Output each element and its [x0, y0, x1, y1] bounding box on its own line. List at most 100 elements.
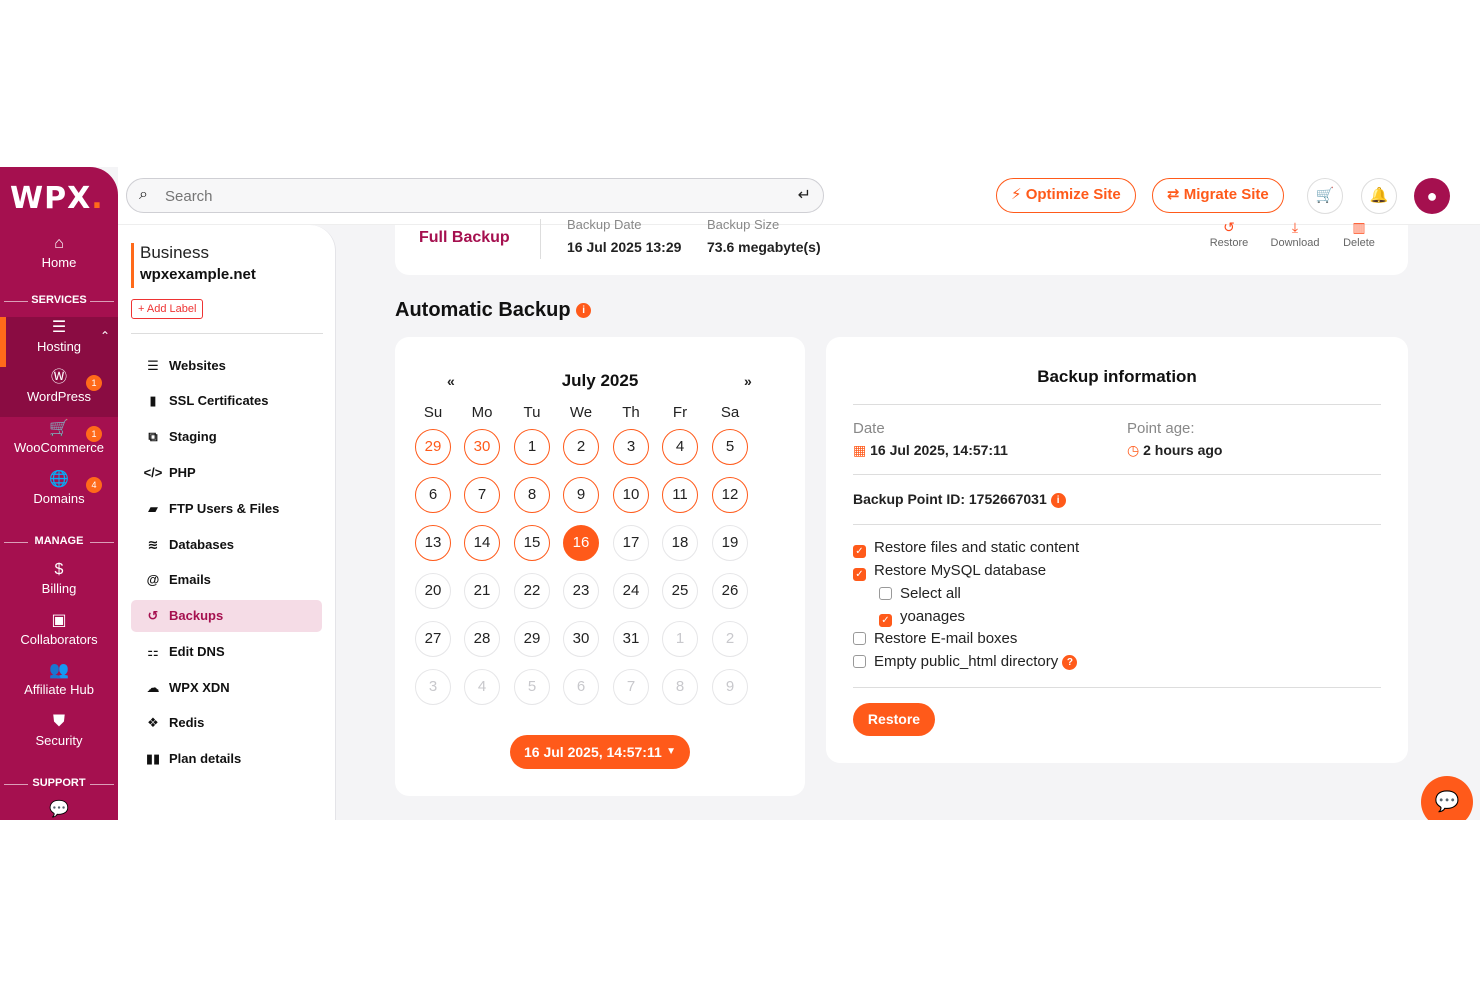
- checkbox-checked[interactable]: ✓: [879, 614, 892, 627]
- side-item-websites[interactable]: ☰ Websites: [131, 350, 322, 382]
- calendar-day[interactable]: 10: [613, 477, 649, 513]
- search-box[interactable]: ⌕ ↵: [126, 178, 824, 213]
- side-item-ftp[interactable]: ▰ FTP Users & Files: [131, 493, 322, 525]
- calendar-day[interactable]: 13: [415, 525, 451, 561]
- search-input[interactable]: [165, 186, 765, 206]
- backup-date-label: Backup Date: [567, 217, 642, 232]
- option-restore-mysql[interactable]: ✓ Restore MySQL database: [853, 562, 1046, 581]
- info-icon[interactable]: i: [1050, 492, 1066, 508]
- user-avatar[interactable]: ●: [1414, 178, 1450, 214]
- full-backup-download-button[interactable]: ⤓ Download: [1265, 219, 1325, 249]
- rail-woocommerce[interactable]: 🛒 WooCommerce 1: [0, 418, 118, 468]
- wpx-logo[interactable]: WPX.: [10, 181, 104, 216]
- backup-size-value: 73.6 megabyte(s): [707, 239, 821, 255]
- chevron-up-icon[interactable]: ⌃: [100, 329, 110, 343]
- calendar-day[interactable]: 31: [613, 621, 649, 657]
- rail-collaborators[interactable]: ▣ Collaborators: [0, 610, 118, 660]
- full-backup-restore-button[interactable]: ↺ Restore: [1207, 219, 1251, 249]
- option-restore-email[interactable]: Restore E-mail boxes: [853, 630, 1017, 647]
- calendar-day[interactable]: 16: [563, 525, 599, 561]
- side-item-edit-dns[interactable]: ⚏ Edit DNS: [131, 636, 322, 668]
- restore-button[interactable]: Restore: [853, 703, 935, 736]
- calendar-day[interactable]: 4: [662, 429, 698, 465]
- chat-bubbles-icon: 💬: [49, 801, 69, 818]
- folder-icon: ▰: [148, 501, 158, 516]
- option-empty-public-html[interactable]: Empty public_html directory ?: [853, 653, 1078, 670]
- option-select-all[interactable]: Select all: [879, 585, 961, 602]
- calendar-day[interactable]: 9: [563, 477, 599, 513]
- weekday-header: Th: [622, 404, 640, 421]
- calendar-day[interactable]: 30: [464, 429, 500, 465]
- notifications-button[interactable]: 🔔: [1361, 178, 1397, 214]
- next-month-button[interactable]: »: [744, 373, 752, 389]
- code-icon: </>: [143, 465, 163, 480]
- calendar-day[interactable]: 30: [563, 621, 599, 657]
- selected-date-dropdown[interactable]: 16 Jul 2025, 14:57:11 ▼: [510, 735, 690, 769]
- restore-icon: ↺: [1223, 219, 1235, 235]
- side-item-backups[interactable]: ↺ Backups: [131, 600, 322, 632]
- calendar-day[interactable]: 28: [464, 621, 500, 657]
- side-item-emails[interactable]: @ Emails: [131, 564, 322, 596]
- rail-domains-label: Domains: [33, 491, 85, 506]
- side-item-redis[interactable]: ❖ Redis: [131, 707, 322, 739]
- calendar-day[interactable]: 26: [712, 573, 748, 609]
- cart-icon: 🛒: [1315, 187, 1335, 204]
- add-label-button[interactable]: + Add Label: [131, 299, 204, 319]
- calendar-day[interactable]: 12: [712, 477, 748, 513]
- calendar-day[interactable]: 17: [613, 525, 649, 561]
- calendar-day[interactable]: 29: [415, 429, 451, 465]
- option-restore-files[interactable]: ✓ Restore files and static content: [853, 539, 1079, 558]
- calendar-day[interactable]: 21: [464, 573, 500, 609]
- live-chat-button[interactable]: 💬: [1421, 776, 1473, 820]
- calendar-day[interactable]: 1: [514, 429, 550, 465]
- calendar-day[interactable]: 11: [662, 477, 698, 513]
- optimize-site-button[interactable]: ⚡ Optimize Site: [996, 178, 1136, 213]
- side-item-databases[interactable]: ≋ Databases: [131, 529, 322, 561]
- rail-billing-label: Billing: [41, 581, 77, 596]
- calendar-day[interactable]: 24: [613, 573, 649, 609]
- calendar-day[interactable]: 5: [712, 429, 748, 465]
- side-item-php[interactable]: </> PHP: [131, 457, 322, 489]
- calendar-day[interactable]: 8: [514, 477, 550, 513]
- cart-button[interactable]: 🛒: [1307, 178, 1343, 214]
- calendar-day[interactable]: 3: [613, 429, 649, 465]
- side-item-xdn[interactable]: ☁ WPX XDN: [131, 672, 322, 704]
- side-item-plan-details[interactable]: ▮▮ Plan details: [131, 743, 322, 775]
- checkbox-unchecked[interactable]: [853, 632, 866, 645]
- checkbox-unchecked[interactable]: [879, 587, 892, 600]
- app-frame: WPX. ⌂ Home SERVICES ☰ Hosting ⌃ Ⓦ WordP…: [0, 167, 1480, 820]
- help-icon[interactable]: ?: [1062, 654, 1078, 670]
- calendar-day[interactable]: 14: [464, 525, 500, 561]
- rail-affiliate-hub[interactable]: 👥 Affiliate Hub: [0, 660, 118, 710]
- checkbox-checked[interactable]: ✓: [853, 568, 866, 581]
- bell-icon: 🔔: [1369, 187, 1389, 204]
- calendar-day[interactable]: 20: [415, 573, 451, 609]
- calendar-day[interactable]: 19: [712, 525, 748, 561]
- calendar-day[interactable]: 18: [662, 525, 698, 561]
- rail-support-chat[interactable]: 💬: [0, 799, 118, 820]
- rail-home[interactable]: ⌂ Home: [0, 233, 118, 283]
- calendar-day[interactable]: 25: [662, 573, 698, 609]
- info-icon[interactable]: i: [576, 303, 592, 319]
- option-database-yoanages[interactable]: ✓ yoanages: [879, 608, 965, 627]
- checkbox-unchecked[interactable]: [853, 655, 866, 668]
- calendar-day[interactable]: 27: [415, 621, 451, 657]
- calendar-day[interactable]: 15: [514, 525, 550, 561]
- staging-icon: ⧉: [148, 429, 158, 444]
- calendar-day[interactable]: 2: [563, 429, 599, 465]
- checkbox-checked[interactable]: ✓: [853, 545, 866, 558]
- calendar-day[interactable]: 23: [563, 573, 599, 609]
- rail-hosting[interactable]: ☰ Hosting ⌃: [0, 317, 118, 367]
- rail-security[interactable]: ⛊ Security: [0, 711, 118, 761]
- rail-wordpress[interactable]: Ⓦ WordPress 1: [0, 367, 118, 417]
- calendar-day[interactable]: 7: [464, 477, 500, 513]
- calendar-day[interactable]: 6: [415, 477, 451, 513]
- side-item-ssl[interactable]: ▮ SSL Certificates: [131, 385, 322, 417]
- calendar-day[interactable]: 22: [514, 573, 550, 609]
- calendar-day[interactable]: 29: [514, 621, 550, 657]
- rail-billing[interactable]: $ Billing: [0, 559, 118, 609]
- full-backup-delete-button[interactable]: ▥ Delete: [1339, 219, 1379, 249]
- migrate-site-button[interactable]: ⇄ Migrate Site: [1152, 178, 1284, 213]
- side-item-staging[interactable]: ⧉ Staging: [131, 421, 322, 453]
- rail-domains[interactable]: 🌐 Domains 4: [0, 469, 118, 519]
